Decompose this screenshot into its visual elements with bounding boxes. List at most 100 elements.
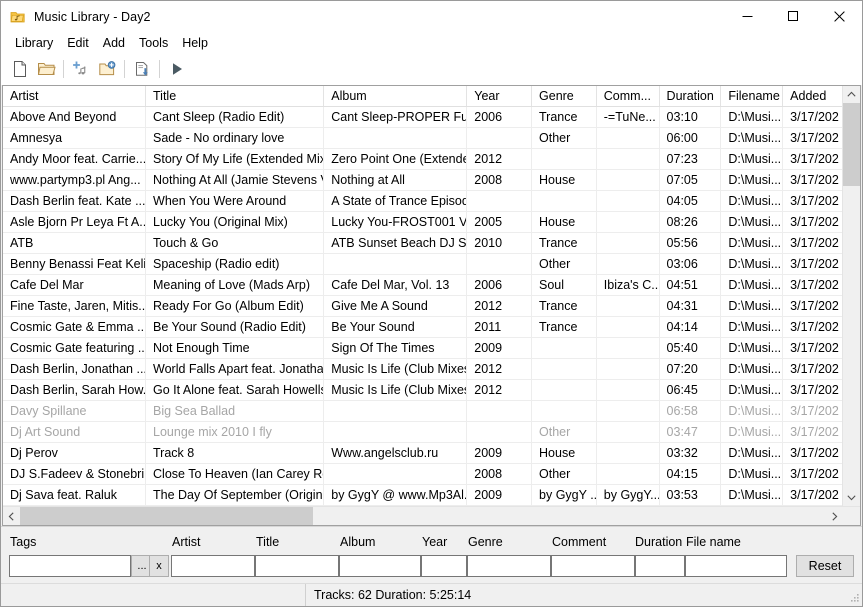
- filter-input-duration[interactable]: [635, 555, 685, 577]
- cell-artist: Dj Sava feat. Raluk: [3, 485, 147, 505]
- add-music-icon[interactable]: [68, 56, 94, 82]
- table-row[interactable]: Asle Bjorn Pr Leya Ft A... Lucky You (Ori…: [3, 212, 842, 233]
- column-header-comment[interactable]: Comm...: [597, 86, 660, 106]
- window-controls: [724, 1, 862, 32]
- cell-duration: 05:40: [660, 338, 722, 358]
- table-row[interactable]: Davy Spillane Big Sea Ballad 06:58 D:\Musi.…: [3, 401, 842, 422]
- table-row[interactable]: Cafe Del Mar Meaning of Love (Mads Arp) Ca…: [3, 275, 842, 296]
- table-row[interactable]: Dj Perov Track 8 Www.angelsclub.ru 2009 Hous…: [3, 443, 842, 464]
- filter-input-genre[interactable]: [467, 555, 551, 577]
- cell-album: Music Is Life (Club Mixes): [324, 380, 468, 400]
- cell-duration: 03:53: [660, 485, 722, 505]
- cell-year: 2009: [467, 443, 533, 463]
- cell-year: 2005: [467, 212, 533, 232]
- horizontal-scroll-thumb[interactable]: [20, 507, 313, 525]
- tags-input[interactable]: [9, 555, 131, 577]
- open-folder-icon[interactable]: [33, 56, 59, 82]
- close-button[interactable]: [816, 1, 862, 32]
- table-row[interactable]: Amnesya Sade - No ordinary love Other 06:00…: [3, 128, 842, 149]
- filter-label-duration: Duration: [635, 535, 683, 549]
- cell-genre: [532, 191, 597, 211]
- table-row[interactable]: Dash Berlin feat. Kate ... When You Were …: [3, 191, 842, 212]
- cell-artist: www.partymp3.pl Ang...: [3, 170, 147, 190]
- table-row[interactable]: Dj Art Sound Lounge mix 2010 I fly Other 03…: [3, 422, 842, 443]
- table-row[interactable]: DJ S.Fadeev & Stonebri... Close To Heaven…: [3, 464, 842, 485]
- cell-title: Story Of My Life (Extended Mix): [146, 149, 325, 169]
- filter-input-album[interactable]: [339, 555, 421, 577]
- cell-genre: [532, 149, 597, 169]
- table-row[interactable]: Benny Benassi Feat Kelis Spaceship (Radio…: [3, 254, 842, 275]
- vertical-scroll-thumb[interactable]: [843, 103, 860, 186]
- vertical-scroll-track[interactable]: [843, 103, 860, 489]
- tags-clear-button[interactable]: x: [149, 555, 169, 577]
- cell-artist: Asle Bjorn Pr Leya Ft A...: [3, 212, 147, 232]
- filter-input-year[interactable]: [421, 555, 467, 577]
- column-header-added[interactable]: Added: [783, 86, 842, 106]
- table-row[interactable]: Cosmic Gate featuring ... Not Enough Time…: [3, 338, 842, 359]
- add-folder-icon[interactable]: [94, 56, 120, 82]
- table-row[interactable]: www.partymp3.pl Ang... Nothing At All (Ja…: [3, 170, 842, 191]
- scroll-up-icon[interactable]: [843, 86, 860, 103]
- cell-added: 3/17/202: [790, 467, 839, 481]
- horizontal-scrollbar[interactable]: [3, 506, 860, 525]
- table-row[interactable]: Fine Taste, Jaren, Mitis... Ready For Go …: [3, 296, 842, 317]
- column-header-artist[interactable]: Artist: [3, 86, 147, 106]
- cell-genre: by GygY ...: [532, 485, 597, 505]
- maximize-button[interactable]: [770, 1, 816, 32]
- menu-tools[interactable]: Tools: [132, 33, 175, 53]
- filter-input-artist[interactable]: [171, 555, 255, 577]
- table-row[interactable]: ATBTouch & GoATB Sunset Beach DJ Ses...2…: [3, 233, 842, 254]
- scroll-left-icon[interactable]: [3, 507, 20, 525]
- cell-album: [324, 254, 468, 274]
- vertical-scrollbar[interactable]: [842, 86, 860, 506]
- filter-label-title: Title: [256, 535, 280, 549]
- new-file-icon[interactable]: [7, 56, 33, 82]
- menu-bar: Library Edit Add Tools Help: [1, 32, 862, 54]
- filter-input-filename[interactable]: [685, 555, 787, 577]
- menu-library[interactable]: Library: [8, 33, 60, 53]
- cell-year: 2008: [467, 464, 533, 484]
- table-row[interactable]: Above And Beyond Cant Sleep (Radio Edit) C…: [3, 107, 842, 128]
- cell-comment: [597, 338, 660, 358]
- table-row[interactable]: Dj Sava feat. Raluk The Day Of September …: [3, 485, 842, 506]
- table-row[interactable]: Dash Berlin, Jonathan ... World Falls Apa…: [3, 359, 842, 380]
- cell-duration: 03:06: [660, 254, 722, 274]
- cell-genre: House: [532, 212, 597, 232]
- table-row[interactable]: Dash Berlin, Sarah How... Go It Alone fea…: [3, 380, 842, 401]
- filter-input-title[interactable]: [255, 555, 339, 577]
- cell-genre: House: [532, 170, 597, 190]
- scroll-down-icon[interactable]: [843, 489, 860, 506]
- column-header-filename[interactable]: Filename: [721, 86, 784, 106]
- cell-comment: [597, 317, 660, 337]
- cell-added: 3/17/202: [790, 236, 839, 250]
- cell-duration: 04:14: [660, 317, 722, 337]
- menu-help[interactable]: Help: [175, 33, 215, 53]
- horizontal-scroll-track[interactable]: [20, 507, 826, 525]
- play-icon[interactable]: [164, 56, 190, 82]
- cell-filename: D:\Musi...: [721, 464, 784, 484]
- table-row[interactable]: Andy Moor feat. Carrie... Story Of My Lif…: [3, 149, 842, 170]
- column-header-genre[interactable]: Genre: [532, 86, 597, 106]
- menu-add[interactable]: Add: [96, 33, 132, 53]
- table-row[interactable]: Cosmic Gate & Emma ... Be Your Sound (Rad…: [3, 317, 842, 338]
- menu-edit[interactable]: Edit: [60, 33, 96, 53]
- scroll-right-icon[interactable]: [826, 507, 843, 525]
- column-header-row: Artist Title Album Year Genre Comm... Duration…: [3, 86, 842, 107]
- cell-year: [467, 128, 533, 148]
- filter-input-comment[interactable]: [551, 555, 635, 577]
- save-download-icon[interactable]: [129, 56, 155, 82]
- column-header-title[interactable]: Title: [146, 86, 325, 106]
- cell-filename: D:\Musi...: [721, 107, 784, 127]
- cell-duration: 05:56: [660, 233, 722, 253]
- resize-grip-icon[interactable]: [848, 592, 860, 604]
- column-header-album[interactable]: Album: [324, 86, 468, 106]
- track-rows: Above And Beyond Cant Sleep (Radio Edit) C…: [3, 107, 842, 506]
- column-header-duration[interactable]: Duration: [660, 86, 722, 106]
- minimize-button[interactable]: [724, 1, 770, 32]
- cell-year: [467, 422, 533, 442]
- cell-title: Cant Sleep (Radio Edit): [146, 107, 325, 127]
- cell-filename: D:\Musi...: [721, 359, 784, 379]
- cell-added: 3/17/202: [790, 110, 839, 124]
- column-header-year[interactable]: Year: [467, 86, 533, 106]
- reset-button[interactable]: Reset: [796, 555, 854, 577]
